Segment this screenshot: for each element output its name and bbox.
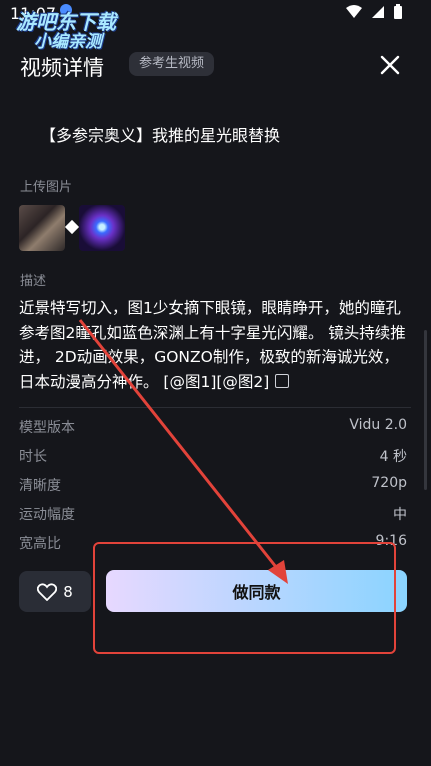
annotation-arrow xyxy=(78,319,288,584)
